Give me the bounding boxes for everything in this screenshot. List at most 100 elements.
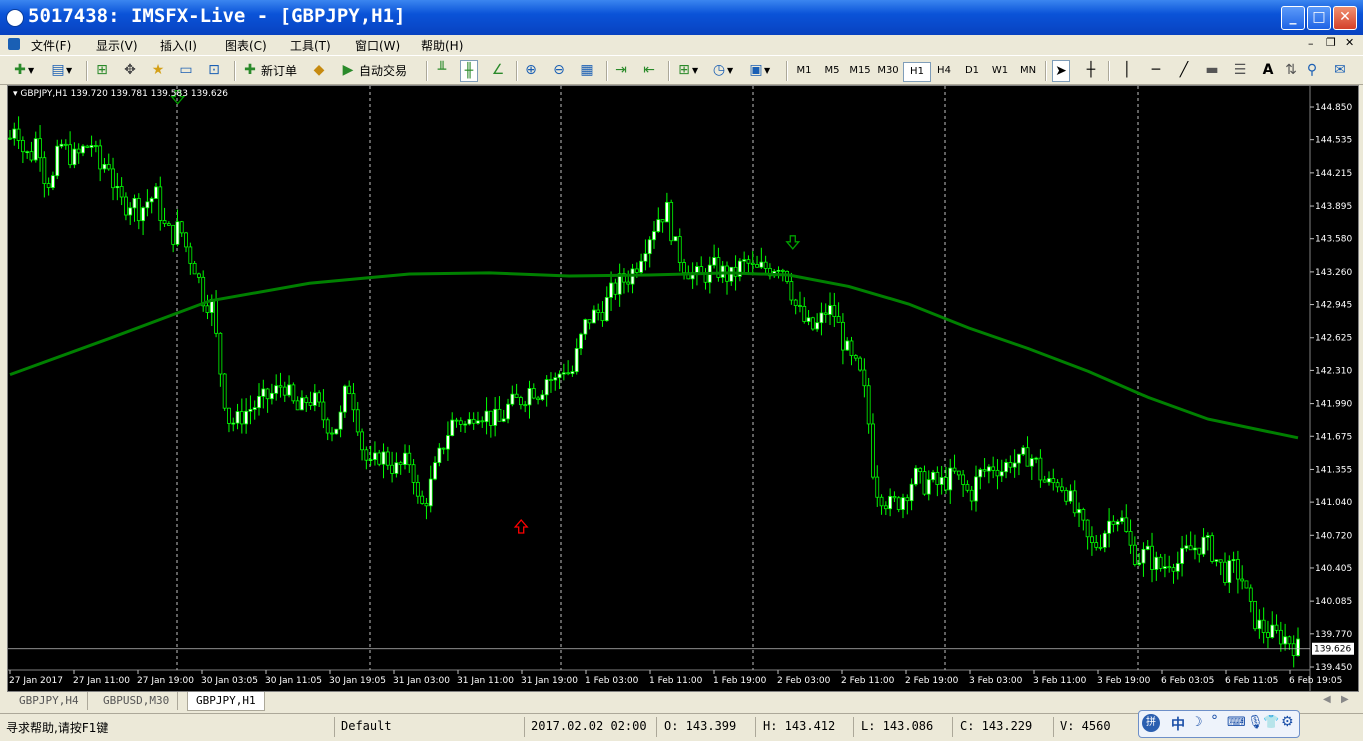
- candle-body: [519, 397, 523, 406]
- candle-body: [274, 385, 279, 394]
- child-restore-icon[interactable]: ❐: [1326, 36, 1336, 49]
- candle-body: [750, 262, 755, 265]
- minimize-button[interactable]: _: [1281, 6, 1305, 30]
- candle-body: [1197, 547, 1202, 555]
- candle-body: [763, 261, 768, 269]
- timeframe-m5[interactable]: M5: [819, 62, 845, 80]
- menu-view[interactable]: 显示(V): [96, 37, 138, 54]
- tester-button[interactable]: ⊡: [206, 60, 222, 80]
- terminal-button[interactable]: ▭: [178, 60, 194, 80]
- new-order-button[interactable]: ✚ 新订单: [242, 60, 297, 80]
- candle-body: [214, 298, 218, 334]
- candle-body: [1158, 556, 1163, 569]
- vertical-line-button[interactable]: │: [1119, 60, 1135, 80]
- chat-button[interactable]: ✉: [1332, 60, 1348, 80]
- candlestick-chart[interactable]: 144.850 144.535 144.215 143.895 143.580 143.2…: [8, 86, 1358, 691]
- comma-icon[interactable]: °: [1211, 713, 1218, 729]
- mic-icon[interactable]: 🎙: [1247, 715, 1264, 730]
- chart-shift-button[interactable]: ⇤: [641, 60, 657, 80]
- arrows-button[interactable]: ⇅: [1283, 60, 1299, 80]
- candle-body: [1098, 546, 1103, 549]
- candle-body: [828, 305, 832, 315]
- candle-body: [480, 420, 485, 423]
- menu-help[interactable]: 帮助(H): [421, 37, 463, 54]
- gear-icon[interactable]: ⚙: [1281, 714, 1294, 730]
- child-close-icon[interactable]: ✕: [1345, 36, 1354, 49]
- timeframe-m15[interactable]: M15: [847, 62, 873, 80]
- zoom-out-button[interactable]: ⊖: [551, 60, 567, 80]
- candle-body: [1270, 624, 1275, 638]
- time-tick-label: 31 Jan 11:00: [457, 676, 514, 686]
- candle-body: [1274, 624, 1279, 631]
- tab-scroll-left-icon[interactable]: ◀: [1323, 694, 1331, 705]
- price-tick-label: 144.850: [1315, 103, 1352, 113]
- timeframe-m1[interactable]: M1: [791, 62, 817, 80]
- cursor-button[interactable]: ➤: [1052, 60, 1070, 82]
- chart-menu-icon[interactable]: ▾: [13, 89, 18, 99]
- time-tick-label: 2 Feb 19:00: [905, 676, 959, 686]
- menu-file[interactable]: 文件(F): [31, 37, 71, 54]
- search-button[interactable]: ⚲: [1304, 60, 1320, 80]
- keyboard-icon[interactable]: ⌨: [1227, 715, 1246, 730]
- time-tick-label: 30 Jan 19:05: [329, 676, 386, 686]
- market-watch-button[interactable]: ⊞: [94, 60, 110, 80]
- candlestick-button[interactable]: ╫: [460, 60, 478, 82]
- candle-body: [1205, 535, 1210, 538]
- candle-body: [652, 231, 656, 241]
- maximize-button[interactable]: □: [1307, 6, 1331, 30]
- timeframe-d1[interactable]: D1: [959, 62, 985, 80]
- periods-button[interactable]: ◷ ▼: [711, 60, 733, 80]
- timeframe-h1[interactable]: H1: [903, 62, 931, 82]
- new-chart-button[interactable]: ✚ ▼: [12, 60, 34, 80]
- candle-body: [561, 372, 566, 375]
- close-button[interactable]: ✕: [1333, 6, 1357, 30]
- timeframe-h4[interactable]: H4: [931, 62, 957, 80]
- navigator-button[interactable]: ★: [150, 60, 166, 80]
- fibonacci-button[interactable]: ☰: [1232, 60, 1248, 80]
- candle-body: [510, 393, 515, 405]
- candle-body: [1137, 562, 1142, 565]
- menu-window[interactable]: 窗口(W): [355, 37, 400, 54]
- menu-insert[interactable]: 插入(I): [160, 37, 197, 54]
- candle-body: [935, 471, 940, 485]
- timeframe-w1[interactable]: W1: [987, 62, 1013, 80]
- menu-chart[interactable]: 图表(C): [225, 37, 267, 54]
- tab-gbpjpy-h4[interactable]: GBPJPY,H4: [11, 692, 88, 710]
- data-window-button[interactable]: ✥: [122, 60, 138, 80]
- candle-body: [102, 163, 107, 170]
- timeframe-mn[interactable]: MN: [1015, 62, 1041, 80]
- templates-button[interactable]: ▣ ▼: [748, 60, 770, 80]
- status-profile: Default: [341, 719, 392, 733]
- tab-gbpusd-m30[interactable]: GBPUSD,M30: [95, 692, 179, 710]
- zoom-in-button[interactable]: ⊕: [523, 60, 539, 80]
- candle-body: [712, 257, 717, 266]
- bar-chart-button[interactable]: ╨: [434, 60, 450, 80]
- auto-scroll-button[interactable]: ⇥: [613, 60, 629, 80]
- indicators-button[interactable]: ⊞ ▼: [676, 60, 698, 80]
- text-button[interactable]: A: [1260, 60, 1276, 80]
- crosshair-button[interactable]: ┼: [1083, 60, 1099, 80]
- candle-body: [476, 420, 480, 424]
- line-chart-button[interactable]: ∠: [490, 60, 506, 80]
- shirt-icon[interactable]: 👕: [1263, 715, 1279, 730]
- horizontal-line-button[interactable]: ─: [1148, 60, 1164, 80]
- moon-icon[interactable]: ☽: [1191, 715, 1203, 730]
- tab-gbpjpy-h1[interactable]: GBPJPY,H1: [187, 692, 265, 711]
- tab-scroll-right-icon[interactable]: ▶: [1341, 694, 1349, 705]
- candle-body: [484, 410, 489, 423]
- timeframe-m30[interactable]: M30: [875, 62, 901, 80]
- chart-area[interactable]: 144.850 144.535 144.215 143.895 143.580 143.2…: [7, 85, 1359, 692]
- ime-mode[interactable]: 中: [1171, 714, 1185, 734]
- trendline-button[interactable]: ╱: [1176, 60, 1192, 80]
- ime-toolbar[interactable]: 拼 中 ☽ ° ⌨ 🎙 👕 ⚙: [1138, 710, 1300, 738]
- candle-body: [836, 316, 841, 323]
- price-tick-label: 144.535: [1315, 136, 1352, 146]
- auto-trading-button[interactable]: ▶ 自动交易: [340, 60, 407, 80]
- menu-tools[interactable]: 工具(T): [290, 37, 331, 54]
- profiles-button[interactable]: ▤ ▼: [50, 60, 72, 80]
- metaeditor-button[interactable]: ◆: [311, 60, 327, 80]
- child-minimize-icon[interactable]: –: [1308, 37, 1314, 50]
- channel-button[interactable]: ▬: [1204, 60, 1220, 80]
- time-tick-label: 6 Feb 11:05: [1225, 676, 1278, 686]
- tile-windows-button[interactable]: ▦: [579, 60, 595, 80]
